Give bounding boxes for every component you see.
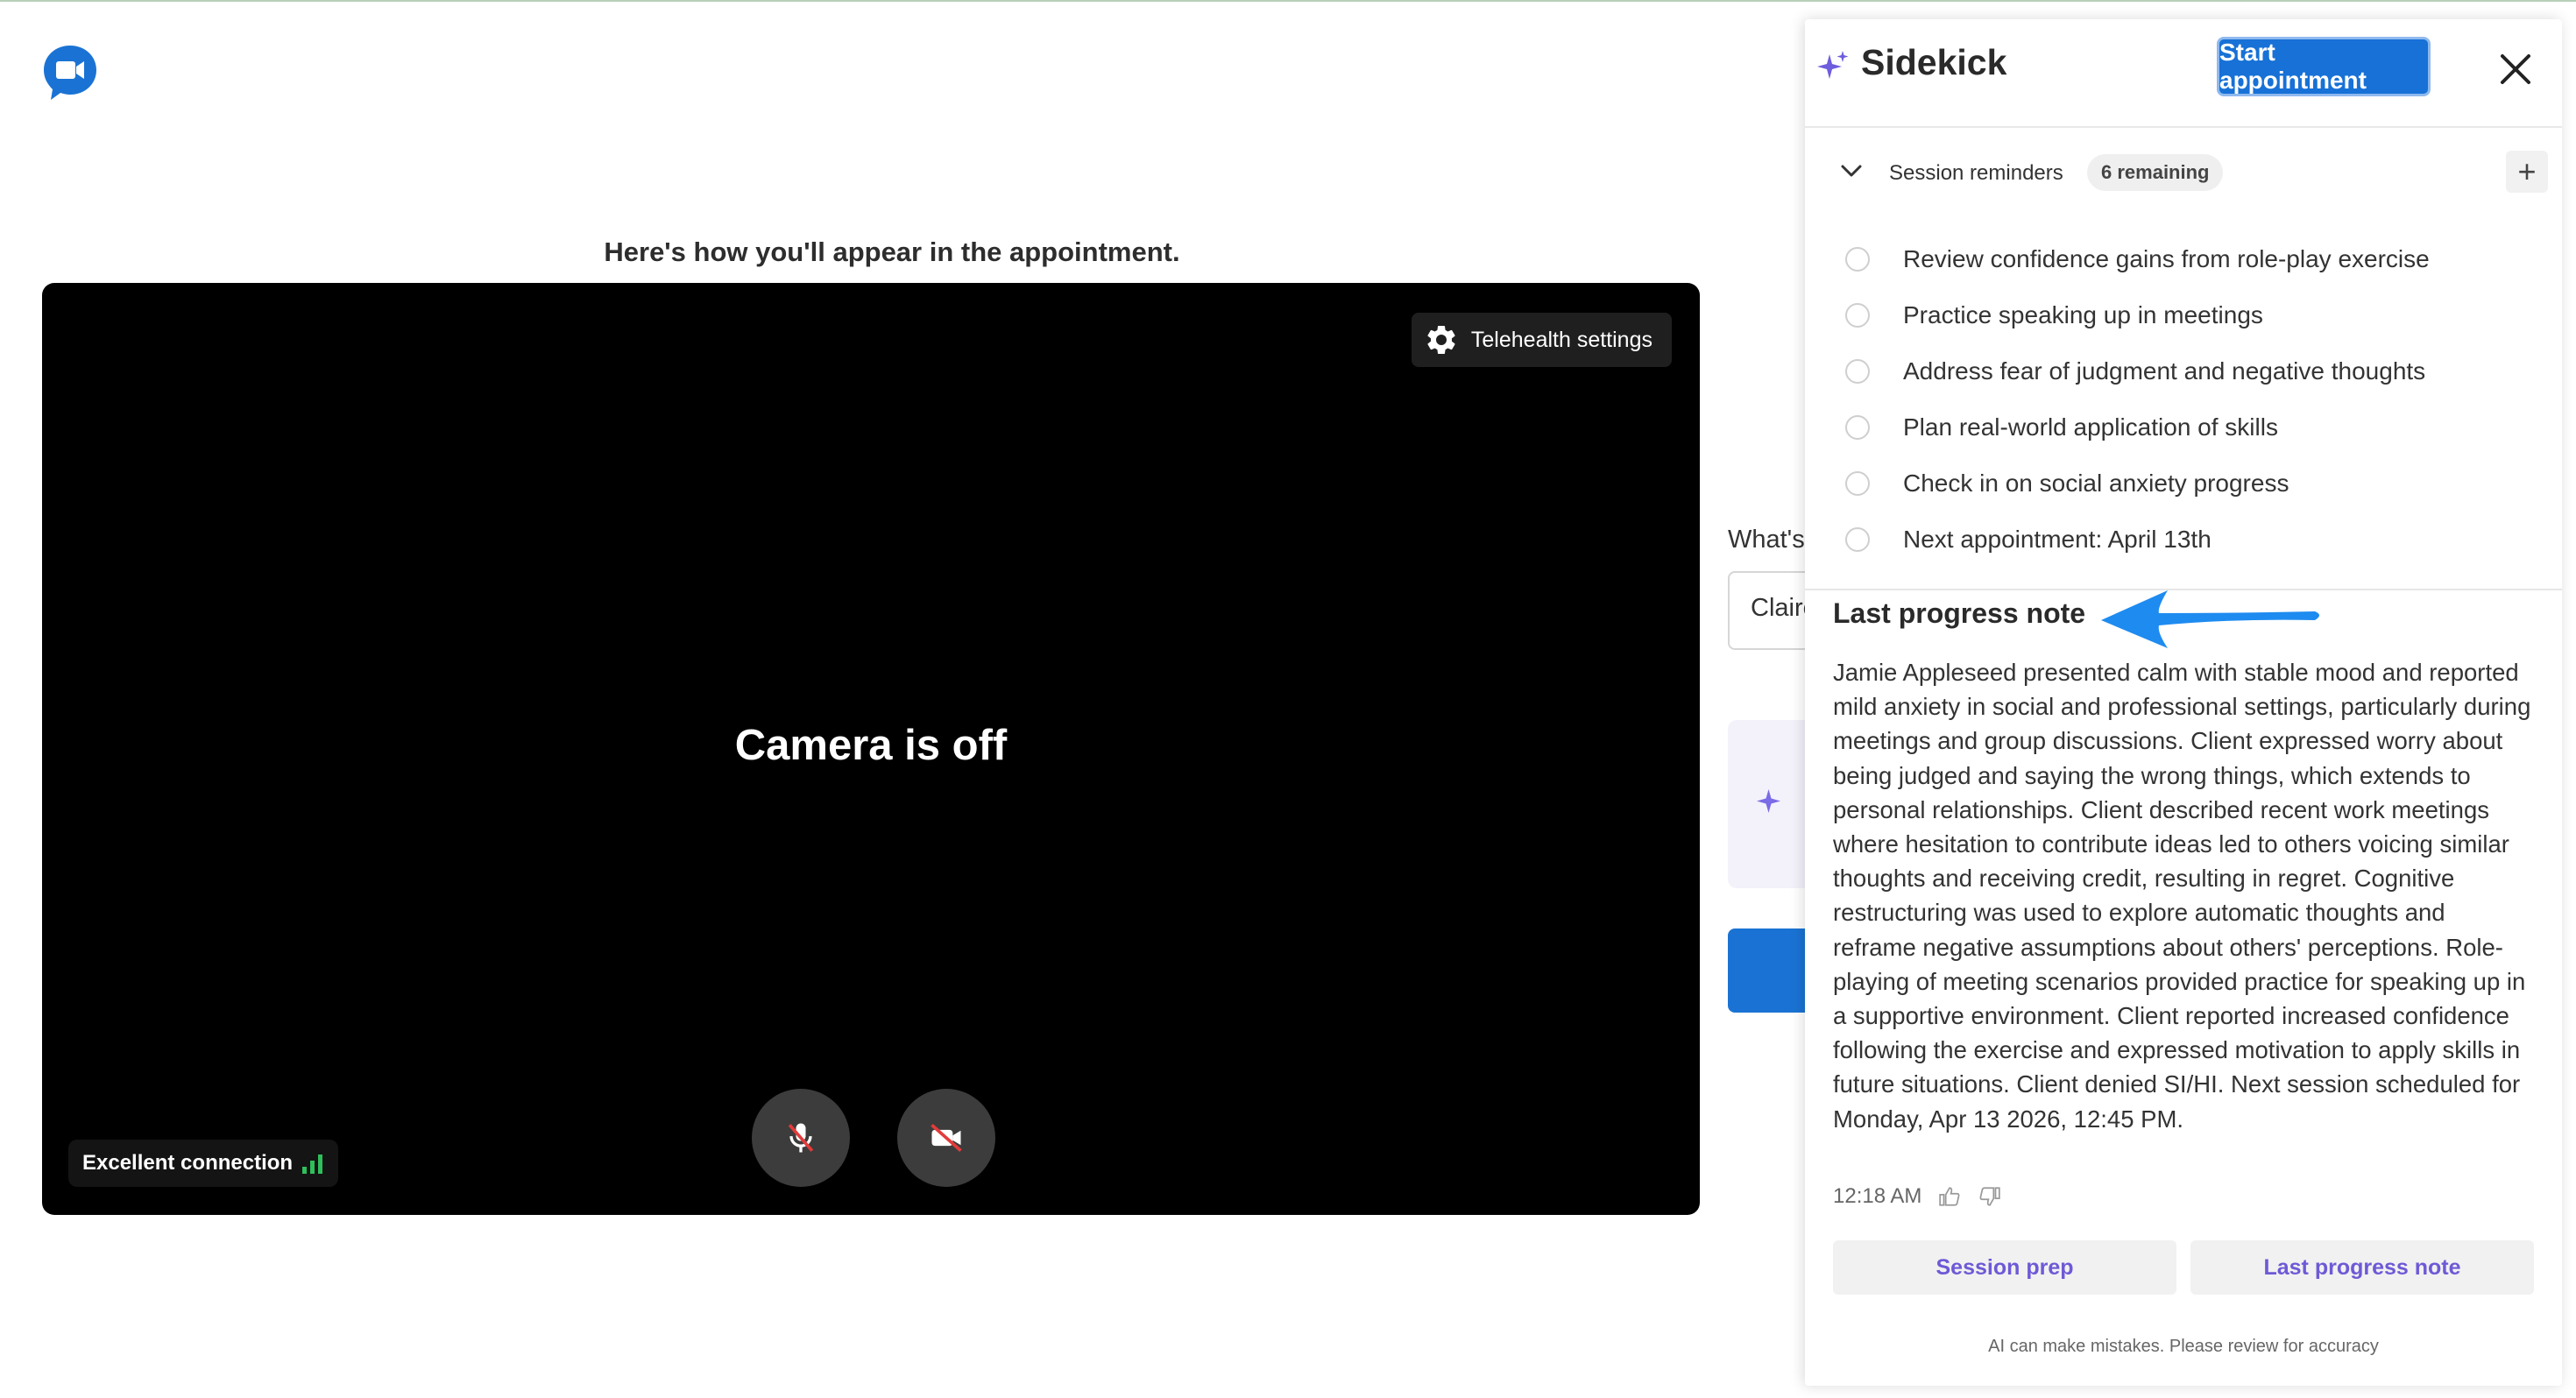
video-preview: Telehealth settings Camera is off Excell… <box>42 283 1700 1215</box>
reminder-item: Address fear of judgment and negative th… <box>1805 352 2562 408</box>
signal-bars-icon <box>302 1154 323 1174</box>
reminder-checkbox[interactable] <box>1845 359 1870 384</box>
connection-label: Excellent connection <box>82 1151 294 1175</box>
remaining-count-badge: 6 remaining <box>2087 154 2224 191</box>
reminder-checkbox[interactable] <box>1845 527 1870 552</box>
close-icon[interactable] <box>2499 53 2532 86</box>
progress-note-body: Jamie Appleseed presented calm with stab… <box>1833 659 2531 1133</box>
arrow-left-icon <box>2101 590 2319 648</box>
reminder-item: Next appointment: April 13th <box>1805 520 2562 576</box>
mic-toggle-button[interactable] <box>752 1089 850 1187</box>
reminder-item: Check in on social anxiety progress <box>1805 464 2562 520</box>
session-reminders-label: Session reminders <box>1889 161 2063 185</box>
sparkle-icon <box>1817 51 1849 79</box>
name-field-label: What's <box>1728 526 1805 554</box>
camera-status: Camera is off <box>734 722 1008 769</box>
sidekick-header: Sidekick Start appointment <box>1805 19 2562 128</box>
last-progress-note-tab[interactable]: Last progress note <box>2190 1240 2534 1295</box>
reminder-text: Review confidence gains from role-play e… <box>1903 245 2430 272</box>
reminder-text: Address fear of judgment and negative th… <box>1903 357 2426 385</box>
progress-note-time: 12:18 AM <box>1833 1184 1922 1208</box>
chevron-down-icon[interactable] <box>1840 163 1863 179</box>
telehealth-settings-button[interactable]: Telehealth settings <box>1411 313 1672 367</box>
preview-title: Here's how you'll appear in the appointm… <box>604 237 1180 267</box>
progress-note-title: Last progress note <box>1833 597 2086 629</box>
reminder-item: Review confidence gains from role-play e… <box>1805 240 2562 296</box>
video-chat-logo-icon <box>44 46 96 100</box>
connection-status-badge: Excellent connection <box>68 1140 339 1187</box>
sidekick-panel: Sidekick Start appointment Session remin… <box>1805 19 2562 1386</box>
reminder-text: Plan real-world application of skills <box>1903 413 2278 441</box>
reminder-text: Practice speaking up in meetings <box>1903 301 2263 328</box>
reminder-checkbox[interactable] <box>1845 303 1870 328</box>
mic-off-icon <box>788 1123 814 1153</box>
telehealth-settings-label: Telehealth settings <box>1470 327 1652 352</box>
session-reminders-header: Session reminders 6 remaining + <box>1805 147 2562 200</box>
reminder-checkbox[interactable] <box>1845 415 1870 440</box>
sidekick-title: Sidekick <box>1861 42 2007 82</box>
reminder-list: Review confidence gains from role-play e… <box>1805 240 2562 576</box>
top-border <box>0 0 2576 2</box>
progress-note-meta: 12:18 AM <box>1833 1184 2002 1209</box>
add-reminder-button[interactable]: + <box>2506 151 2548 193</box>
reminder-item: Plan real-world application of skills <box>1805 408 2562 464</box>
start-appointment-button[interactable]: Start appointment <box>2217 37 2431 96</box>
camera-off-icon <box>931 1123 962 1153</box>
reminder-text: Next appointment: April 13th <box>1903 526 2212 553</box>
reminder-checkbox[interactable] <box>1845 471 1870 496</box>
sparkle-icon <box>1757 789 1780 813</box>
ai-disclaimer: AI can make mistakes. Please review for … <box>1988 1337 2379 1356</box>
thumbs-up-icon[interactable] <box>1937 1185 1962 1208</box>
reminder-text: Check in on social anxiety progress <box>1903 470 2289 497</box>
gear-icon <box>1427 325 1455 354</box>
session-prep-tab[interactable]: Session prep <box>1833 1240 2176 1295</box>
thumbs-down-icon[interactable] <box>1978 1185 2002 1208</box>
reminder-item: Practice speaking up in meetings <box>1805 296 2562 352</box>
reminder-checkbox[interactable] <box>1845 247 1870 272</box>
camera-toggle-button[interactable] <box>897 1089 995 1187</box>
